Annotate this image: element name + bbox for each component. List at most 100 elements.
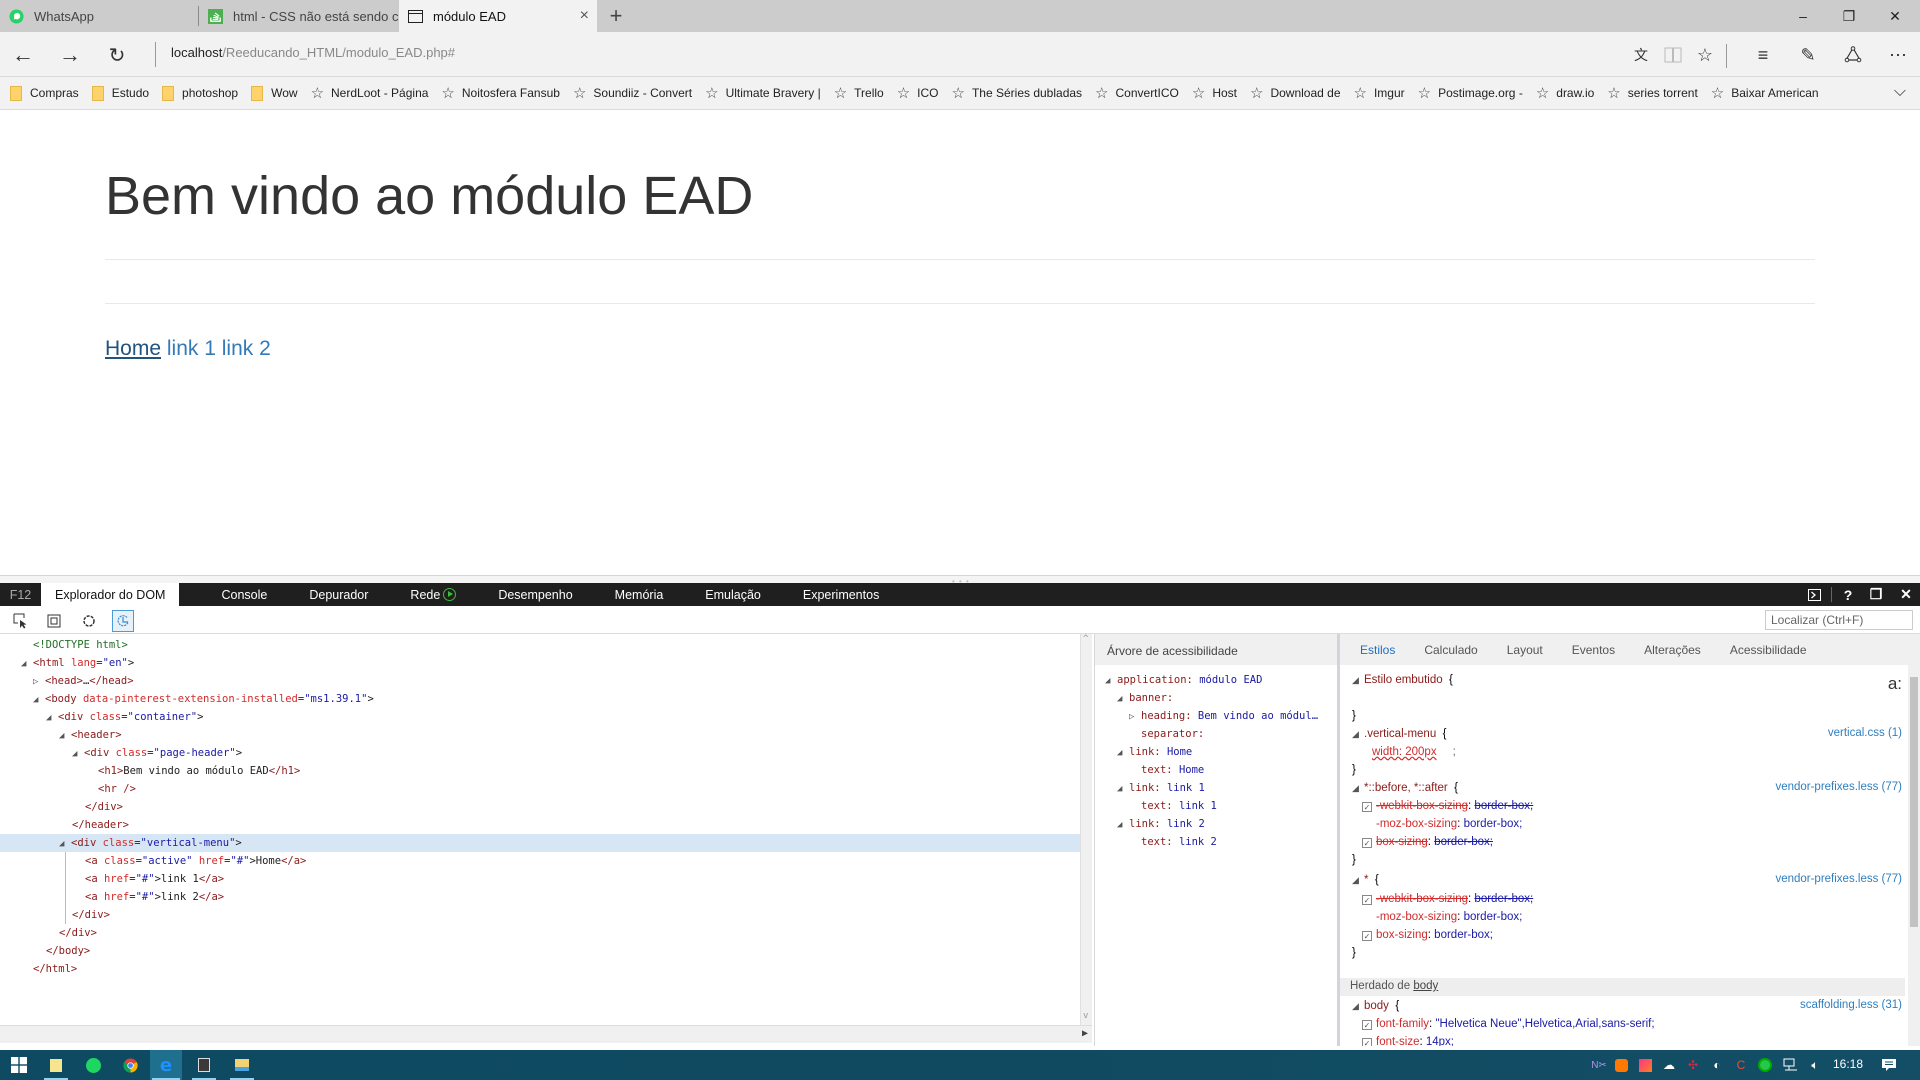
- bookmark-link[interactable]: ☆ Download de: [1250, 86, 1341, 101]
- edge-icon[interactable]: e: [150, 1050, 182, 1080]
- volume-icon[interactable]: 🔈︎: [1806, 1056, 1824, 1074]
- tab-performance[interactable]: Desempenho: [486, 583, 584, 606]
- dom-node-link[interactable]: <a href="#">link 2</a>: [85, 888, 224, 906]
- css-declaration[interactable]: ✓ font-size: 14px;: [1362, 1033, 1454, 1046]
- bookmark-link[interactable]: ☆ Baixar American: [1711, 86, 1819, 101]
- back-button[interactable]: ←: [8, 40, 38, 70]
- a11y-node[interactable]: ◢ link: link 2: [1117, 815, 1205, 833]
- tab-accessibility[interactable]: Acessibilidade: [1730, 643, 1807, 657]
- css-declaration[interactable]: -moz-box-sizing: border-box;: [1376, 815, 1522, 833]
- sublime-text-icon[interactable]: [190, 1050, 218, 1080]
- network-icon[interactable]: [1782, 1056, 1800, 1074]
- action-center-icon[interactable]: [1880, 1056, 1898, 1074]
- dom-node-hr[interactable]: <hr />: [98, 780, 136, 798]
- close-tab-icon[interactable]: ×: [580, 7, 589, 25]
- rule-universal[interactable]: ◢ * {: [1352, 871, 1379, 889]
- menu-link-2[interactable]: link 2: [222, 337, 271, 360]
- onenote-clipper-icon[interactable]: N✂: [1590, 1056, 1608, 1074]
- rule-inline-style[interactable]: ◢ Estilo embutido {: [1352, 671, 1453, 689]
- file-explorer-icon[interactable]: [228, 1050, 256, 1080]
- css-declaration[interactable]: ✓ box-sizing: border-box;: [1362, 833, 1493, 851]
- bookmark-folder[interactable]: photoshop: [162, 85, 238, 101]
- color-picker-icon[interactable]: [78, 610, 100, 632]
- dom-node-link[interactable]: <a class="active" href="#">Home</a>: [85, 852, 306, 870]
- more-icon[interactable]: ⋯: [1885, 42, 1911, 68]
- dom-node-header[interactable]: ◢ <header>: [59, 726, 122, 744]
- tab-dom-explorer[interactable]: Explorador do DOM: [41, 583, 180, 606]
- tab-memory[interactable]: Memória: [603, 583, 676, 606]
- sticky-notes-icon[interactable]: [42, 1050, 70, 1080]
- highlight-element-icon[interactable]: [43, 610, 65, 632]
- avast-icon[interactable]: [1612, 1056, 1630, 1074]
- pseudo-state-toggle[interactable]: a:: [1888, 674, 1902, 694]
- dom-node-link[interactable]: <a href="#">link 1</a>: [85, 870, 224, 888]
- rule-body[interactable]: ◢ body {: [1352, 997, 1399, 1015]
- tab-emulation[interactable]: Emulação: [693, 583, 773, 606]
- forward-button[interactable]: →: [55, 40, 85, 70]
- bookmark-folder[interactable]: Wow: [251, 85, 298, 101]
- bookmark-link[interactable]: ☆ Imgur: [1354, 86, 1405, 101]
- new-tab-button[interactable]: +: [598, 0, 634, 32]
- chevron-down-icon[interactable]: ⌵: [1894, 83, 1906, 101]
- css-declaration[interactable]: ✓ -webkit-box-sizing: border-box;: [1362, 797, 1533, 815]
- tab-modulo-ead[interactable]: módulo EAD ×: [399, 0, 597, 32]
- bookmark-link[interactable]: ☆ NerdLoot - Página: [311, 86, 429, 101]
- a11y-node[interactable]: ◢ banner:: [1117, 689, 1173, 707]
- web-note-icon[interactable]: ✎: [1795, 42, 1821, 68]
- razer-cortex-icon[interactable]: [1756, 1056, 1774, 1074]
- ccleaner-icon[interactable]: C: [1732, 1056, 1750, 1074]
- close-window-button[interactable]: ✕: [1872, 0, 1918, 32]
- a11y-node[interactable]: ◢ link: Home: [1117, 743, 1192, 761]
- tab-debugger[interactable]: Depurador: [297, 583, 380, 606]
- dom-vertical-scrollbar[interactable]: ^ v: [1080, 634, 1092, 1025]
- bookmark-link[interactable]: ☆ Soundiiz - Convert: [573, 86, 692, 101]
- rule-vertical-menu[interactable]: ◢ .vertical-menu {: [1352, 725, 1446, 743]
- dom-horizontal-scrollbar[interactable]: ▶: [0, 1025, 1092, 1043]
- chrome-icon[interactable]: [116, 1050, 144, 1080]
- taskbar-clock[interactable]: 16:18: [1833, 1057, 1863, 1071]
- spotify-icon[interactable]: [79, 1050, 107, 1080]
- css-declaration-error[interactable]: width: 200px ;: [1372, 743, 1456, 761]
- source-link[interactable]: scaffolding.less (31): [1800, 999, 1902, 1011]
- tab-changes[interactable]: Alterações: [1644, 643, 1701, 657]
- dom-node-container[interactable]: ◢ <div class="container">: [46, 708, 203, 726]
- bookmark-link[interactable]: ☆ The Séries dubladas: [952, 86, 1083, 101]
- hub-icon[interactable]: ≡: [1750, 42, 1776, 68]
- favorite-star-icon[interactable]: ☆: [1692, 42, 1718, 68]
- bookmark-link[interactable]: ☆ Host: [1192, 86, 1237, 101]
- menu-link-home[interactable]: Home: [105, 337, 161, 360]
- reading-view-icon[interactable]: [1660, 42, 1686, 68]
- a11y-node[interactable]: ◢ link: link 1: [1117, 779, 1205, 797]
- css-declaration[interactable]: ✓ -webkit-box-sizing: border-box;: [1362, 890, 1533, 908]
- tab-computed[interactable]: Calculado: [1424, 643, 1477, 657]
- checkbox[interactable]: ✓: [1362, 802, 1372, 812]
- tab-layout[interactable]: Layout: [1507, 643, 1543, 657]
- source-link[interactable]: vendor-prefixes.less (77): [1775, 873, 1902, 885]
- dom-node-doctype[interactable]: <!DOCTYPE html>: [33, 636, 128, 654]
- find-input[interactable]: Localizar (Ctrl+F): [1765, 610, 1913, 630]
- devtools-resize-handle[interactable]: • • •: [0, 575, 1920, 586]
- a11y-node[interactable]: text: Home: [1141, 761, 1204, 779]
- css-declaration[interactable]: -moz-box-sizing: border-box;: [1376, 908, 1522, 926]
- a11y-node[interactable]: text: link 1: [1141, 797, 1217, 815]
- bookmark-link[interactable]: ☆ ICO: [897, 86, 939, 101]
- bookmark-link[interactable]: ☆ series torrent: [1607, 86, 1697, 101]
- source-link[interactable]: vendor-prefixes.less (77): [1775, 781, 1902, 793]
- css-declaration[interactable]: ✓ font-family: "Helvetica Neue",Helvetica…: [1362, 1015, 1655, 1033]
- a11y-node[interactable]: ◢ application: módulo EAD: [1105, 671, 1262, 689]
- select-element-icon[interactable]: [10, 610, 32, 632]
- dom-node-body[interactable]: ◢ <body data-pinterest-extension-installe…: [33, 690, 374, 708]
- dom-node-vertical-menu[interactable]: ◢ <div class="vertical-menu">: [0, 834, 1080, 852]
- dom-node-html[interactable]: ◢ <html lang="en">: [21, 654, 134, 672]
- tab-events[interactable]: Eventos: [1572, 643, 1615, 657]
- refresh-dom-icon[interactable]: [112, 610, 134, 632]
- tab-styles[interactable]: Estilos: [1360, 643, 1395, 657]
- checkbox[interactable]: ✓: [1362, 931, 1372, 941]
- jetbrains-toolbox-icon[interactable]: [1636, 1056, 1654, 1074]
- dom-node-page-header[interactable]: ◢ <div class="page-header">: [72, 744, 242, 762]
- bookmark-folder[interactable]: Compras: [10, 85, 79, 101]
- scrollbar-thumb[interactable]: [1910, 677, 1918, 927]
- molecule-app-icon[interactable]: ✣: [1684, 1056, 1702, 1074]
- a11y-node[interactable]: separator:: [1141, 725, 1204, 743]
- bookmark-folder[interactable]: Estudo: [91, 85, 149, 101]
